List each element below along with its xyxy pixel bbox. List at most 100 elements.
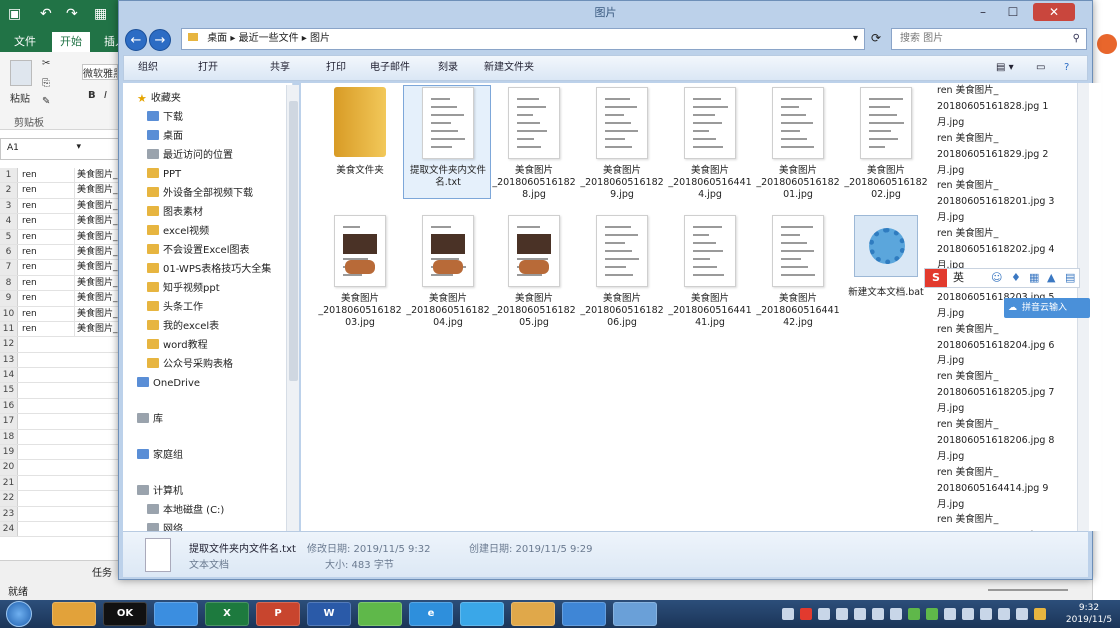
tray-icon[interactable] — [872, 608, 884, 620]
file-item[interactable]: 提取文件夹内文件名.txt — [405, 87, 491, 189]
cut-icon[interactable]: ✂ — [42, 58, 50, 69]
excel-grid[interactable]: 1 ren 美食图片_ 2 ren 美食图片_ 3 ren 美食图片_ 4 ren 美食图片_ 5 ren… — [0, 168, 120, 538]
ime-emoji-icon[interactable]: ☺ — [991, 269, 1002, 287]
back-button[interactable]: ← — [125, 29, 147, 51]
table-row[interactable]: 22 — [0, 491, 120, 507]
tray-icon[interactable] — [782, 608, 794, 620]
breadcrumb-desktop[interactable]: 桌面 — [207, 33, 227, 44]
row-header[interactable]: 20 — [0, 460, 18, 475]
cell-b[interactable]: 美食图片_ — [74, 306, 118, 322]
cell-a[interactable]: ren — [22, 276, 72, 291]
row-header[interactable]: 13 — [0, 352, 18, 368]
table-row[interactable]: 13 — [0, 352, 120, 369]
row-header[interactable]: 21 — [0, 475, 18, 491]
table-row[interactable]: 24 — [0, 521, 120, 538]
tray-icon[interactable] — [854, 608, 866, 620]
table-row[interactable]: 11 ren 美食图片_ — [0, 321, 120, 338]
table-row[interactable]: 14 — [0, 368, 120, 384]
file-item[interactable]: 新建文本文档.bat — [843, 215, 929, 299]
redo-icon[interactable]: ↷ — [66, 6, 78, 22]
cell-a[interactable]: ren — [22, 168, 72, 183]
file-item[interactable]: 美食图片_2018060516182 03.jpg — [317, 215, 403, 329]
cell-b[interactable]: 美食图片_ — [74, 183, 118, 199]
burn-button[interactable]: 刻录 — [438, 56, 458, 80]
breadcrumb-pictures[interactable]: 图片 — [310, 33, 330, 44]
file-item[interactable]: 美食图片_2018060516182 9.jpg — [579, 87, 665, 201]
help-icon[interactable]: ? — [1064, 56, 1069, 80]
cell-b[interactable]: 美食图片_ — [74, 260, 118, 276]
row-header[interactable]: 5 — [0, 229, 18, 244]
italic-button[interactable]: I — [104, 90, 107, 101]
cell-a[interactable]: ren — [22, 307, 72, 322]
file-item[interactable]: 美食图片_2018060516182 06.jpg — [579, 215, 665, 329]
taskbar-app-icon[interactable] — [562, 602, 606, 626]
taskbar-app-icon[interactable] — [154, 602, 198, 626]
file-item[interactable]: 美食图片_2018060516182 04.jpg — [405, 215, 491, 329]
preview-pane-icon[interactable]: ▭ — [1036, 56, 1045, 80]
nav-item[interactable]: 公众号采购表格 — [147, 355, 233, 374]
cell-a[interactable]: ren — [22, 199, 72, 214]
cell-b[interactable]: 美食图片_ — [74, 198, 118, 214]
start-button[interactable] — [6, 601, 32, 627]
paste-icon[interactable] — [10, 60, 32, 86]
font-name-box[interactable]: 微软雅黑 — [82, 64, 118, 80]
name-box[interactable]: A1 ▾ — [0, 138, 120, 160]
copy-icon[interactable]: ⎘ — [42, 78, 50, 89]
ime-skin-icon[interactable]: ▲ — [1047, 269, 1055, 287]
nav-scrollbar-thumb[interactable] — [289, 101, 298, 381]
file-item[interactable]: 美食图片_2018060516182 05.jpg — [491, 215, 577, 329]
tab-home[interactable]: 开始 — [52, 32, 90, 52]
nav-item[interactable]: 库 — [137, 410, 163, 429]
nav-item[interactable]: excel视频 — [147, 222, 209, 241]
nav-item[interactable]: 下载 — [147, 108, 183, 127]
undo-icon[interactable]: ↶ — [40, 6, 52, 22]
row-header[interactable]: 9 — [0, 291, 18, 306]
cell-b[interactable]: 美食图片_ — [74, 229, 118, 245]
tray-icon[interactable] — [836, 608, 848, 620]
cell-b[interactable]: 美食图片_ — [74, 168, 118, 183]
cell-a[interactable]: ren — [22, 260, 72, 275]
taskbar-app-icon[interactable] — [613, 602, 657, 626]
nav-item[interactable]: 我的excel表 — [147, 317, 219, 336]
row-header[interactable]: 16 — [0, 398, 18, 414]
table-row[interactable]: 18 — [0, 429, 120, 446]
row-header[interactable]: 22 — [0, 491, 18, 506]
row-header[interactable]: 11 — [0, 321, 18, 337]
table-row[interactable]: 7 ren 美食图片_ — [0, 260, 120, 276]
table-row[interactable]: 9 ren 美食图片_ — [0, 291, 120, 307]
file-item[interactable]: 美食图片_2018060516441 42.jpg — [755, 215, 841, 329]
row-header[interactable]: 12 — [0, 337, 18, 352]
ime-logo[interactable]: S — [925, 269, 947, 287]
address-bar[interactable]: 桌面 ▸ 最近一些文件 ▸ 图片 ▾ — [181, 28, 865, 50]
nav-item[interactable]: 图表素材 — [147, 203, 203, 222]
open-button[interactable]: 打开 — [198, 56, 218, 80]
table-row[interactable]: 12 — [0, 337, 120, 353]
nav-item[interactable]: 最近访问的位置 — [147, 146, 233, 165]
table-row[interactable]: 1 ren 美食图片_ — [0, 168, 120, 184]
cell-b[interactable]: 美食图片_ — [74, 214, 118, 230]
quick-access-icon[interactable]: ▦ — [94, 6, 107, 22]
taskbar-app-icon[interactable]: e — [409, 602, 453, 626]
row-header[interactable]: 14 — [0, 368, 18, 383]
organize-button[interactable]: 组织 — [138, 56, 158, 80]
tray-icon[interactable] — [944, 608, 956, 620]
search-icon[interactable]: ⚲ — [1073, 29, 1080, 49]
ime-mic-icon[interactable]: ♦ — [1011, 269, 1021, 287]
nav-item[interactable]: 本地磁盘 (C:) — [147, 501, 224, 520]
table-row[interactable]: 4 ren 美食图片_ — [0, 214, 120, 230]
table-row[interactable]: 6 ren 美食图片_ — [0, 244, 120, 261]
tray-network-icon[interactable] — [998, 608, 1010, 620]
maximize-button[interactable]: ☐ — [999, 3, 1027, 21]
nav-item[interactable]: 知乎视频ppt — [147, 279, 220, 298]
nav-item[interactable]: 桌面 — [147, 127, 183, 146]
address-dropdown-icon[interactable]: ▾ — [853, 29, 858, 49]
tray-icon[interactable] — [980, 608, 992, 620]
sheet-tab[interactable]: 任务 — [92, 564, 112, 579]
taskbar-app-icon[interactable] — [52, 602, 96, 626]
cell-a[interactable]: ren — [22, 183, 72, 198]
share-button[interactable]: 共享 — [270, 56, 290, 80]
ime-menu-icon[interactable]: ▤ — [1065, 269, 1075, 287]
nav-scrollbar[interactable] — [286, 85, 299, 531]
zoom-slider[interactable] — [988, 589, 1068, 591]
file-item[interactable]: 美食图片_2018060516182 02.jpg — [843, 87, 929, 201]
